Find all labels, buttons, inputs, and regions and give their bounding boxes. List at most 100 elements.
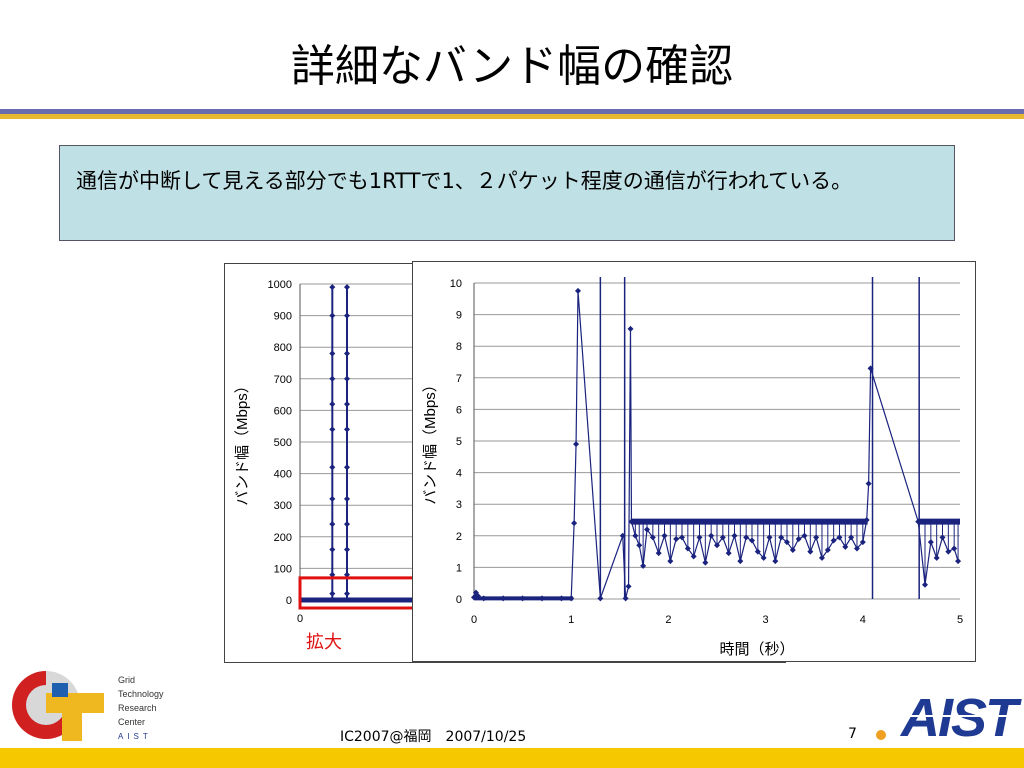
footer-bar <box>0 748 1024 768</box>
gtrc-logo: Grid Technology Research Center AIST <box>6 667 206 749</box>
zoomed-chart-svg: 0 1 2 3 4 5 6 7 8 9 10 0 1 2 3 4 5 時間（秒） バンド幅（Mbps） <box>422 277 963 658</box>
data-point <box>627 325 634 332</box>
y-tick-label: 9 <box>456 310 462 322</box>
x-tick-label: 2 <box>665 614 671 626</box>
data-point <box>743 534 750 541</box>
data-point <box>865 480 872 487</box>
aist-logo: AIST <box>893 686 1024 748</box>
x-tick-label: 3 <box>763 614 769 626</box>
y-tick-label: 300 <box>274 500 292 512</box>
gtrc-line-3: Research <box>118 703 157 713</box>
zoomed-chart: 0 1 2 3 4 5 6 7 8 9 10 0 1 2 3 4 5 時間（秒） バンド幅（Mbps） <box>412 261 976 662</box>
y-axis-label: バンド幅（Mbps） <box>422 377 439 504</box>
bullet-dot-icon <box>876 730 886 740</box>
data-point <box>951 545 958 552</box>
y-tick-label: 8 <box>456 341 462 353</box>
data-point <box>772 558 779 565</box>
data-point <box>939 534 946 541</box>
data-point <box>632 532 639 539</box>
data-point <box>807 548 814 555</box>
gtrc-line-2: Technology <box>118 689 164 699</box>
note-box: 通信が中断して見える部分でも1RTTで1、２パケット程度の通信が行われている。 <box>59 145 955 241</box>
y-tick-label: 100 <box>274 563 292 575</box>
data-point <box>571 520 578 527</box>
data-point <box>673 535 680 542</box>
y-tick-label: 2 <box>456 531 462 543</box>
data-point <box>329 375 336 382</box>
y-tick-label: 200 <box>274 532 292 544</box>
y-tick-label: 6 <box>456 404 462 416</box>
data-point <box>731 532 738 539</box>
y-tick-label: 10 <box>450 278 462 290</box>
data-point <box>625 583 632 590</box>
data-point <box>344 464 350 471</box>
data-point <box>329 521 336 528</box>
data-point <box>813 534 820 541</box>
data-point <box>344 521 350 528</box>
x-tick-label: 5 <box>957 614 963 626</box>
y-tick-label: 400 <box>274 469 292 481</box>
data-point <box>622 595 629 602</box>
data-point <box>329 426 336 433</box>
x-axis-label: 時間（秒） <box>719 641 794 658</box>
data-point <box>661 532 668 539</box>
y-tick-label: 7 <box>456 373 462 385</box>
data-point <box>329 495 336 502</box>
title-rule-bottom <box>0 114 1024 119</box>
data-point <box>344 401 350 408</box>
data-point <box>737 558 744 565</box>
gtrc-line-4: Center <box>118 717 145 727</box>
data-point <box>842 543 849 550</box>
y-tick-label: 3 <box>456 499 462 511</box>
y-tick-label: 0 <box>286 595 292 607</box>
page-number: 7 <box>848 726 857 742</box>
data-point <box>344 426 350 433</box>
data-point <box>329 312 336 319</box>
y-tick-label: 4 <box>456 468 462 480</box>
data-point <box>795 535 802 542</box>
zoom-label: 拡大 <box>306 632 342 653</box>
y-tick-label: 800 <box>274 342 292 354</box>
y-tick-label: 5 <box>456 436 462 448</box>
data-point <box>640 562 647 569</box>
gtrc-line-1: Grid <box>118 675 135 685</box>
data-point <box>344 284 350 291</box>
y-tick-label: 0 <box>456 594 462 606</box>
data-point <box>329 284 336 291</box>
data-point <box>830 537 837 544</box>
series-line <box>473 290 959 599</box>
data-point <box>329 401 336 408</box>
data-point <box>955 558 962 565</box>
data-point <box>575 287 582 294</box>
data-point <box>848 534 855 541</box>
data-point <box>933 554 940 561</box>
data-point <box>329 464 336 471</box>
data-point <box>708 532 715 539</box>
data-point <box>922 581 929 588</box>
data-point <box>636 542 643 549</box>
y-tick-label: 600 <box>274 405 292 417</box>
x-tick-label: 4 <box>860 614 866 626</box>
data-point <box>344 590 350 597</box>
x-tick-label: 0 <box>471 614 477 626</box>
y-tick-label: 700 <box>274 374 292 386</box>
data-point <box>696 534 703 541</box>
y-tick-label: 900 <box>274 311 292 323</box>
gtrc-line-5: AIST <box>118 732 152 741</box>
data-point <box>679 534 686 541</box>
footer-event: IC2007@福岡 2007/10/25 <box>340 729 527 745</box>
x-tick-label: 0 <box>297 613 303 625</box>
slide-title: 詳細なバンド幅の確認 <box>290 41 734 92</box>
data-point <box>927 539 934 546</box>
data-point <box>344 546 350 553</box>
data-point <box>597 595 604 602</box>
data-point <box>667 558 674 565</box>
y-tick-label: 1000 <box>268 279 292 291</box>
data-point <box>344 350 350 357</box>
data-point <box>702 559 709 566</box>
y-tick-label: 1 <box>456 562 462 574</box>
data-point <box>344 495 350 502</box>
data-point <box>725 550 732 557</box>
data-point <box>655 550 662 557</box>
data-point <box>945 548 952 555</box>
